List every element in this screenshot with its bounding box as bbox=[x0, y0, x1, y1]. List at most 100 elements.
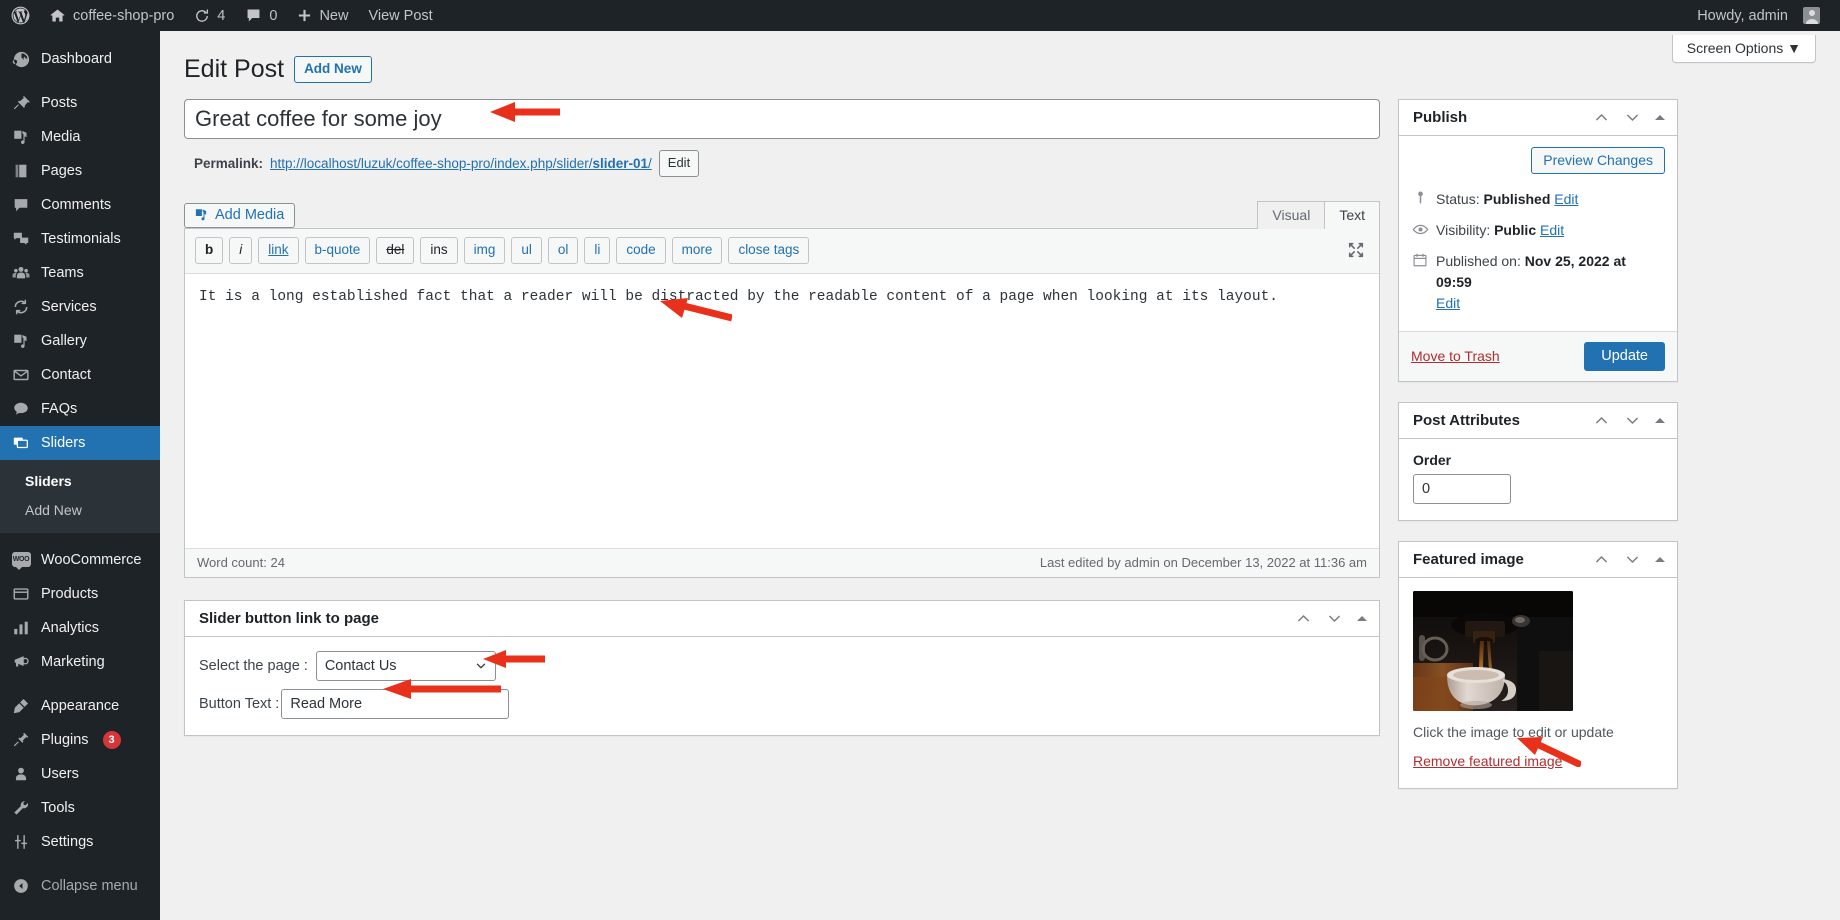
sidebar-item-pages[interactable]: Pages bbox=[0, 154, 160, 188]
update-button[interactable]: Update bbox=[1584, 341, 1665, 371]
move-up-icon[interactable] bbox=[1593, 551, 1610, 568]
permalink-slug: slider-01 bbox=[592, 155, 649, 171]
sidebar-item-label: Appearance bbox=[41, 697, 120, 714]
featured-image-graphic bbox=[1413, 590, 1573, 711]
sidebar-item-label: WooCommerce bbox=[41, 551, 142, 568]
move-up-icon[interactable] bbox=[1593, 412, 1610, 429]
sidebar-item-gallery[interactable]: Gallery bbox=[0, 324, 160, 358]
edit-status-link[interactable]: Edit bbox=[1554, 191, 1578, 207]
quicktag-bold-button[interactable]: b bbox=[195, 236, 224, 264]
publish-metabox: Publish Preview Changes Status: Publishe… bbox=[1398, 98, 1678, 382]
admin-content-area: Screen Options ▼ Edit Post Add New Perma… bbox=[160, 31, 1840, 920]
sidebar-subitem-sliders[interactable]: Sliders bbox=[0, 467, 160, 496]
sidebar-item-media[interactable]: Media bbox=[0, 120, 160, 154]
quicktag-more-button[interactable]: more bbox=[671, 236, 723, 264]
move-up-icon[interactable] bbox=[1593, 109, 1610, 126]
sidebar-item-comments[interactable]: Comments bbox=[0, 188, 160, 222]
envelope-icon bbox=[11, 365, 31, 385]
tab-text[interactable]: Text bbox=[1324, 200, 1380, 229]
updates-icon bbox=[194, 8, 210, 24]
remove-featured-image-link[interactable]: Remove featured image bbox=[1413, 753, 1562, 769]
site-name-button[interactable]: coffee-shop-pro bbox=[39, 0, 184, 31]
quicktag-code-button[interactable]: code bbox=[616, 236, 666, 264]
view-post-button[interactable]: View Post bbox=[358, 0, 442, 31]
quicktag-link-button[interactable]: link bbox=[258, 236, 299, 264]
quicktag-li-button[interactable]: li bbox=[584, 236, 611, 264]
sidebar-item-woocommerce[interactable]: WOO WooCommerce bbox=[0, 543, 160, 577]
sidebar-item-faqs[interactable]: FAQs bbox=[0, 392, 160, 426]
add-media-button[interactable]: Add Media bbox=[184, 202, 296, 228]
sidebar-item-collapse-menu[interactable]: Collapse menu bbox=[0, 869, 160, 903]
move-to-trash-link[interactable]: Move to Trash bbox=[1411, 348, 1500, 364]
status-text: Status: Published Edit bbox=[1436, 189, 1578, 210]
sidebar-item-sliders[interactable]: Sliders bbox=[0, 426, 160, 460]
sidebar-item-contact[interactable]: Contact bbox=[0, 358, 160, 392]
move-down-icon[interactable] bbox=[1624, 551, 1641, 568]
sidebar-item-teams[interactable]: Teams bbox=[0, 256, 160, 290]
quicktag-del-button[interactable]: del bbox=[376, 236, 415, 264]
quicktag-close-tags-button[interactable]: close tags bbox=[728, 236, 810, 264]
comments-button[interactable]: 0 bbox=[235, 0, 287, 31]
preview-changes-button[interactable]: Preview Changes bbox=[1531, 146, 1665, 174]
wordpress-logo-icon bbox=[11, 6, 30, 25]
sidebar-item-testimonials[interactable]: Testimonials bbox=[0, 222, 160, 256]
sidebar-item-marketing[interactable]: Marketing bbox=[0, 645, 160, 679]
toggle-panel-icon[interactable] bbox=[1655, 417, 1665, 423]
sidebar-item-services[interactable]: Services bbox=[0, 290, 160, 324]
add-new-button[interactable]: Add New bbox=[294, 55, 372, 83]
quicktag-ins-button[interactable]: ins bbox=[420, 236, 458, 264]
sidebar-item-posts[interactable]: Posts bbox=[0, 86, 160, 120]
quicktag-ul-button[interactable]: ul bbox=[511, 236, 542, 264]
move-down-icon[interactable] bbox=[1624, 412, 1641, 429]
updates-button[interactable]: 4 bbox=[184, 0, 235, 31]
post-title-input[interactable] bbox=[184, 98, 1380, 139]
edit-permalink-button[interactable]: Edit bbox=[658, 149, 700, 177]
permalink-tail: / bbox=[648, 155, 652, 171]
move-down-icon[interactable] bbox=[1326, 610, 1343, 627]
sidebar-item-appearance[interactable]: Appearance bbox=[0, 689, 160, 723]
dashboard-icon bbox=[11, 49, 31, 69]
quicktag-italic-button[interactable]: i bbox=[229, 236, 253, 264]
sidebar-item-dashboard[interactable]: Dashboard bbox=[0, 42, 160, 76]
edit-published-link[interactable]: Edit bbox=[1436, 293, 1665, 314]
permalink-url[interactable]: http://localhost/luzuk/coffee-shop-pro/i… bbox=[270, 156, 652, 171]
sidebar-item-plugins[interactable]: Plugins 3 bbox=[0, 723, 160, 757]
post-content-textarea[interactable]: It is a long established fact that a rea… bbox=[185, 273, 1379, 548]
sidebar-item-tools[interactable]: Tools bbox=[0, 791, 160, 825]
tab-visual[interactable]: Visual bbox=[1257, 200, 1326, 229]
metabox-title: Publish bbox=[1413, 108, 1468, 126]
edit-visibility-link[interactable]: Edit bbox=[1540, 222, 1564, 238]
faq-icon bbox=[11, 399, 31, 419]
wordpress-logo-button[interactable] bbox=[0, 0, 39, 31]
featured-image-thumbnail[interactable] bbox=[1413, 590, 1573, 711]
move-up-icon[interactable] bbox=[1295, 610, 1312, 627]
toggle-panel-icon[interactable] bbox=[1357, 615, 1367, 621]
quicktag-ol-button[interactable]: ol bbox=[547, 236, 579, 264]
sidebar-item-analytics[interactable]: Analytics bbox=[0, 611, 160, 645]
sidebar-item-products[interactable]: Products bbox=[0, 577, 160, 611]
screen-meta-links: Screen Options ▼ bbox=[1671, 35, 1816, 63]
quicktag-bquote-button[interactable]: b-quote bbox=[304, 236, 371, 264]
move-down-icon[interactable] bbox=[1624, 109, 1641, 126]
pages-icon bbox=[11, 161, 31, 181]
metabox-header: Post Attributes bbox=[1399, 403, 1677, 439]
new-content-button[interactable]: New bbox=[287, 0, 358, 31]
toggle-panel-icon[interactable] bbox=[1655, 556, 1665, 562]
button-text-input[interactable] bbox=[281, 688, 510, 719]
distraction-free-icon[interactable] bbox=[1347, 241, 1367, 261]
quicktag-img-button[interactable]: img bbox=[463, 236, 506, 264]
toggle-panel-icon[interactable] bbox=[1655, 114, 1665, 120]
sidebar-subitem-add-new[interactable]: Add New bbox=[0, 496, 160, 525]
sidebar-item-settings[interactable]: Settings bbox=[0, 825, 160, 859]
menu-separator bbox=[0, 76, 160, 86]
my-account-button[interactable]: Howdy, admin bbox=[1687, 0, 1830, 31]
editor-mode-tabs: Visual Text bbox=[1257, 200, 1380, 229]
screen-options-button[interactable]: Screen Options ▼ bbox=[1671, 35, 1816, 63]
editor-container: b i link b-quote del ins img ul ol li co… bbox=[184, 227, 1380, 578]
sidebar-item-users[interactable]: Users bbox=[0, 757, 160, 791]
media-icon bbox=[11, 127, 31, 147]
sidebar-item-label: Testimonials bbox=[41, 230, 121, 247]
order-input[interactable] bbox=[1413, 473, 1511, 504]
featured-image-metabox: Featured image Click the image to edit o… bbox=[1398, 540, 1678, 789]
select-page-dropdown[interactable]: Contact Us Home About Us Blog Shop bbox=[315, 650, 496, 681]
